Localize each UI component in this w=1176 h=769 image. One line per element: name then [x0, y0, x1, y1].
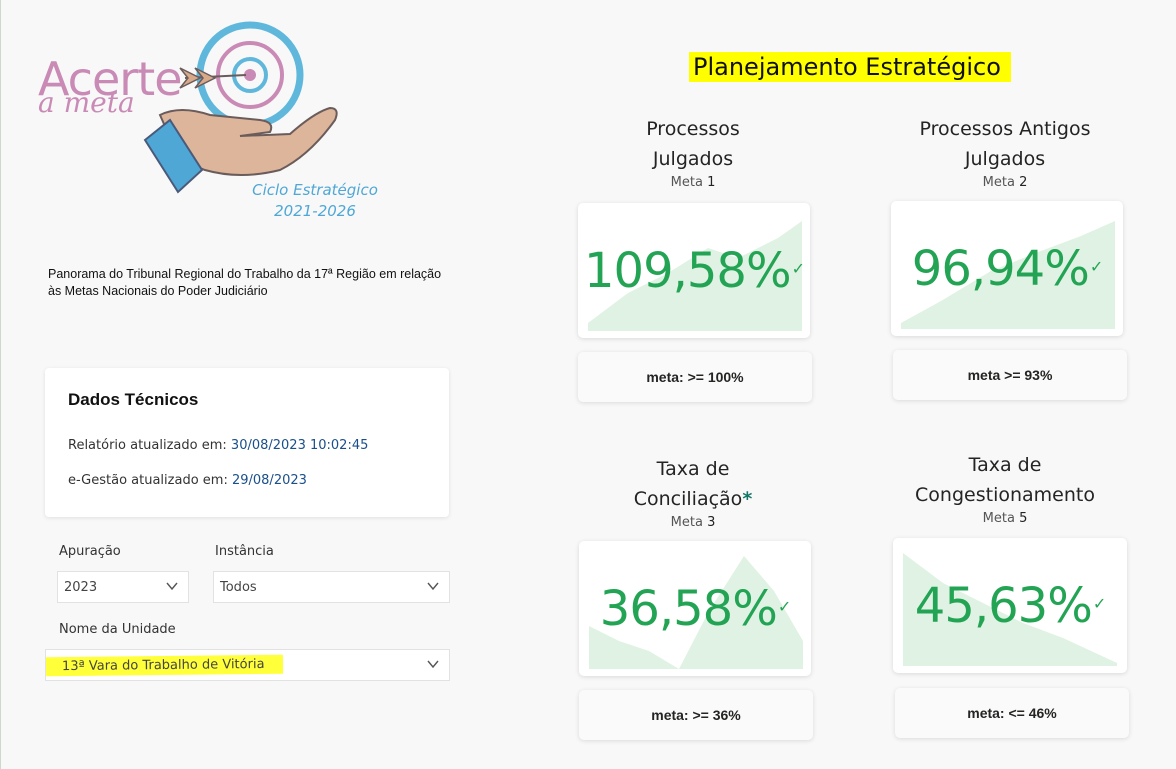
kpi-3-value: 36,58%✓ — [579, 581, 811, 637]
acerte-a-meta-logo: Acerte a meta Ciclo Estratégico 2021-202… — [30, 20, 390, 235]
kpi-4-title-line1: Taxa de — [968, 454, 1042, 476]
kpi-1-meta: Meta 1 — [593, 175, 793, 190]
check-icon: ✓ — [1092, 593, 1106, 613]
kpi-2-value-text: 96,94% — [911, 241, 1090, 297]
report-updated-value: 30/08/2023 10:02:45 — [230, 438, 369, 453]
unidade-value: 13ª Vara do Trabalho de Vitória — [45, 654, 283, 677]
kpi-3-meta-label: Meta — [670, 515, 703, 530]
left-border — [0, 0, 1, 769]
page-title: Planejamento Estratégico — [689, 52, 1011, 82]
kpi-3-title-line2: Conciliação* — [593, 484, 793, 514]
chevron-down-icon — [166, 582, 178, 591]
kpi-1-meta-label: Meta — [670, 175, 703, 190]
kpi-4-title-line2: Congestionamento — [915, 484, 1095, 506]
kpi-2-value: 96,94%✓ — [891, 241, 1123, 297]
kpi-2-meta-label: Meta — [982, 175, 1015, 190]
kpi-4-meta: Meta 5 — [905, 511, 1105, 526]
cycle-years: 2021-2026 — [274, 202, 356, 220]
kpi-1-title-line1: Processos — [646, 118, 740, 140]
kpi-4-card[interactable]: 45,63%✓ — [893, 538, 1127, 673]
instancia-label: Instância — [215, 544, 274, 559]
apuracao-label: Apuração — [59, 544, 121, 559]
kpi-1-card[interactable]: 109,58%✓ — [578, 203, 810, 338]
chevron-down-icon — [427, 582, 439, 591]
kpi-3-title-line2-text: Conciliação — [633, 488, 743, 510]
kpi-3-goal: meta: >= 36% — [579, 690, 813, 740]
unidade-label: Nome da Unidade — [59, 622, 176, 637]
target-hand-icon — [143, 21, 338, 194]
unidade-select[interactable]: 13ª Vara do Trabalho de Vitória — [45, 649, 450, 681]
kpi-1-value: 109,58%✓ — [578, 243, 810, 299]
technical-data-card: Dados Técnicos Relatório atualizado em: … — [45, 368, 449, 517]
kpi-4-goal: meta: <= 46% — [895, 688, 1129, 738]
egestao-updated-value: 29/08/2023 — [231, 473, 307, 488]
kpi-4-meta-number: 5 — [1019, 511, 1028, 526]
apuracao-select[interactable]: 2023 — [57, 571, 189, 603]
kpi-1-title: Processos Julgados — [593, 114, 793, 174]
kpi-3-title-line1: Taxa de — [656, 458, 730, 480]
kpi-4-meta-label: Meta — [982, 511, 1015, 526]
kpi-4-value: 45,63%✓ — [893, 578, 1127, 634]
kpi-3-value-text: 36,58% — [599, 581, 778, 637]
kpi-2-meta-number: 2 — [1019, 175, 1028, 190]
kpi-1-meta-number: 1 — [707, 175, 716, 190]
technical-data-title: Dados Técnicos — [68, 390, 199, 409]
kpi-4-title: Taxa de Congestionamento — [895, 450, 1115, 510]
instancia-select[interactable]: Todos — [213, 571, 450, 603]
egestao-updated-label: e-Gestão atualizado em: — [68, 473, 228, 488]
kpi-1-title-line2: Julgados — [652, 148, 734, 170]
kpi-3-meta-number: 3 — [707, 515, 716, 530]
egestao-updated-row: e-Gestão atualizado em: 29/08/2023 — [68, 473, 307, 488]
cycle-label: Ciclo Estratégico 2021-2026 — [240, 180, 390, 222]
kpi-4-value-text: 45,63% — [914, 578, 1093, 634]
logo-subtitle: a meta — [38, 86, 135, 119]
report-description: Panorama do Tribunal Regional do Trabalh… — [48, 267, 442, 298]
instancia-value: Todos — [220, 580, 257, 595]
cycle-line-1: Ciclo Estratégico — [252, 181, 378, 199]
chevron-down-icon — [427, 660, 439, 669]
apuracao-value: 2023 — [64, 580, 98, 595]
kpi-2-title-line1: Processos Antigos — [919, 118, 1091, 140]
kpi-2-meta: Meta 2 — [905, 175, 1105, 190]
check-icon: ✓ — [1089, 256, 1103, 276]
kpi-2-goal: meta >= 93% — [893, 350, 1127, 400]
kpi-1-goal: meta: >= 100% — [578, 352, 812, 402]
kpi-3-card[interactable]: 36,58%✓ — [579, 541, 811, 676]
kpi-2-title-line2: Julgados — [964, 148, 1046, 170]
kpi-3-meta: Meta 3 — [593, 515, 793, 530]
check-icon: ✓ — [777, 596, 791, 616]
kpi-1-value-text: 109,58% — [584, 243, 792, 299]
kpi-3-title: Taxa de Conciliação* — [593, 454, 793, 514]
footnote-mark: * — [742, 488, 753, 510]
report-updated-row: Relatório atualizado em: 30/08/2023 10:0… — [68, 438, 368, 453]
kpi-2-card[interactable]: 96,94%✓ — [891, 201, 1123, 336]
report-updated-label: Relatório atualizado em: — [68, 438, 227, 453]
check-icon: ✓ — [791, 258, 805, 278]
kpi-2-title: Processos Antigos Julgados — [895, 114, 1115, 174]
